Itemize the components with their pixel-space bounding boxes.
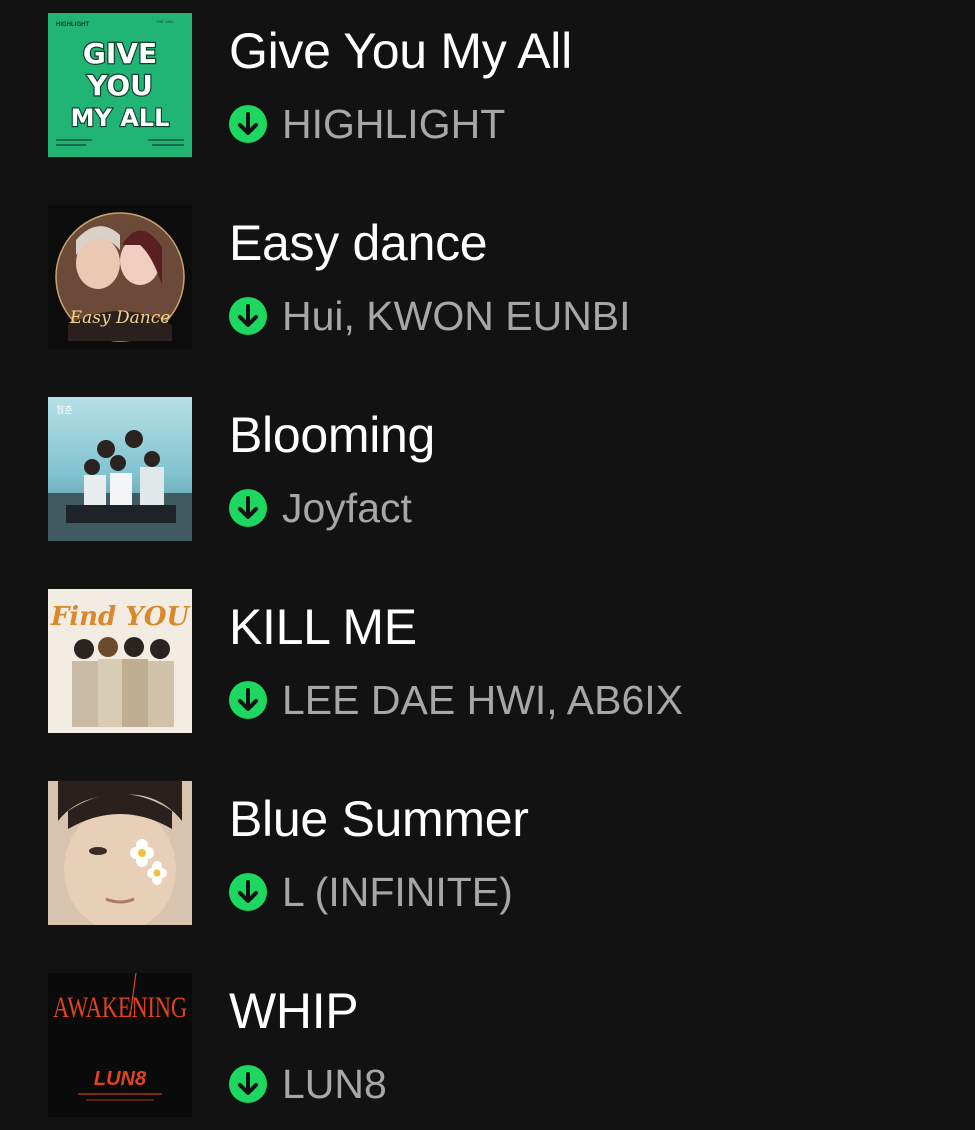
download-arrow-icon <box>229 873 267 911</box>
track-artist: LUN8 <box>282 1061 387 1107</box>
track-artist: Hui, KWON EUNBI <box>282 293 631 339</box>
track-artist: L (INFINITE) <box>282 869 513 915</box>
track-row[interactable]: AWAKENING LUN8 WHIP LUN8 <box>0 973 975 1123</box>
download-arrow-icon <box>229 1065 267 1103</box>
track-meta: HIGHLIGHT <box>229 99 505 149</box>
track-meta: Joyfact <box>229 483 412 533</box>
svg-text:THE 15th: THE 15th <box>156 19 173 24</box>
album-cover-blue-summer <box>48 781 192 925</box>
download-arrow-icon <box>229 489 267 527</box>
track-title: Give You My All <box>229 23 572 79</box>
track-title: Blue Summer <box>229 791 529 847</box>
track-artist: LEE DAE HWI, AB6IX <box>282 677 684 723</box>
track-title: Blooming <box>229 407 436 463</box>
track-row[interactable]: Find YOU KILL ME LEE DAE HWI, AB6IX <box>0 589 975 739</box>
track-meta: Hui, KWON EUNBI <box>229 291 631 341</box>
svg-text:청춘: 청춘 <box>56 405 73 416</box>
album-cover-whip: AWAKENING LUN8 <box>48 973 192 1117</box>
download-arrow-icon <box>229 297 267 335</box>
svg-text:Easy Dance: Easy Dance <box>69 308 171 328</box>
album-cover-give-you-my-all: HIGHLIGHT THE 15th GIVE YOU MY ALL <box>48 13 192 157</box>
track-list: HIGHLIGHT THE 15th GIVE YOU MY ALL Give … <box>0 0 975 1130</box>
svg-text:AWAKENING: AWAKENING <box>53 991 187 1024</box>
svg-text:HIGHLIGHT: HIGHLIGHT <box>56 22 89 28</box>
track-artist: HIGHLIGHT <box>282 101 506 147</box>
track-row[interactable]: 청춘 Blooming Joyfact <box>0 397 975 547</box>
track-artist: Joyfact <box>282 485 412 531</box>
track-row[interactable]: Easy Dance Easy dance Hui, KWON EUNBI <box>0 205 975 355</box>
album-cover-kill-me: Find YOU <box>48 589 192 733</box>
track-meta: LUN8 <box>229 1059 387 1109</box>
track-row[interactable]: HIGHLIGHT THE 15th GIVE YOU MY ALL Give … <box>0 13 975 163</box>
svg-text:YOU: YOU <box>86 69 153 102</box>
track-meta: L (INFINITE) <box>229 867 513 917</box>
track-meta: LEE DAE HWI, AB6IX <box>229 675 683 725</box>
album-cover-blooming: 청춘 <box>48 397 192 541</box>
album-cover-easy-dance: Easy Dance <box>48 205 192 349</box>
svg-text:MY ALL: MY ALL <box>71 104 170 132</box>
download-arrow-icon <box>229 681 267 719</box>
track-title: KILL ME <box>229 599 417 655</box>
svg-text:LUN8: LUN8 <box>94 1068 147 1090</box>
track-title: WHIP <box>229 983 359 1039</box>
track-row[interactable]: Blue Summer L (INFINITE) <box>0 781 975 931</box>
svg-text:GIVE: GIVE <box>83 37 157 70</box>
download-arrow-icon <box>229 105 267 143</box>
svg-text:Find YOU: Find YOU <box>50 602 191 632</box>
track-title: Easy dance <box>229 215 488 271</box>
